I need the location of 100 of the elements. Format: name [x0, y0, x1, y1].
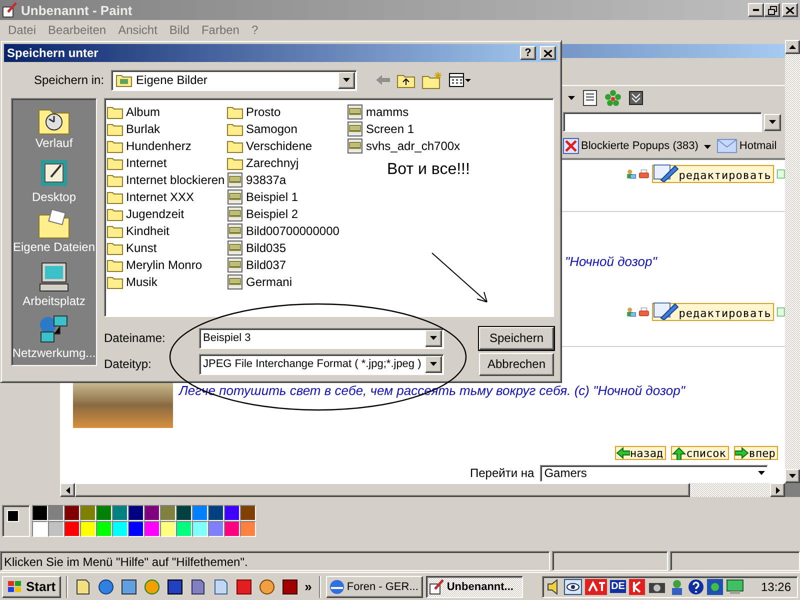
color-swatch[interactable] — [192, 505, 208, 521]
toolbar-link[interactable]: Hotmail — [717, 139, 777, 153]
file-item[interactable]: Internet blockieren — [107, 171, 227, 188]
toolbar-link[interactable]: Blockierte Popups (383) — [563, 138, 698, 154]
file-item[interactable]: Jugendzeit — [107, 205, 227, 222]
color-swatch[interactable] — [224, 521, 240, 537]
file-item[interactable]: Screen 1 — [347, 120, 467, 137]
more-button[interactable]: » — [302, 579, 314, 594]
close-icon[interactable] — [786, 6, 794, 14]
color-swatch[interactable] — [128, 505, 144, 521]
help-button[interactable]: ? — [520, 46, 536, 60]
edit-button[interactable]: редактировать — [652, 303, 774, 321]
dropdown-button[interactable] — [764, 114, 781, 130]
vertical-scrollbar[interactable] — [785, 40, 800, 483]
nav-button[interactable]: назад — [615, 446, 666, 460]
minimize-button[interactable] — [748, 3, 764, 17]
new-folder-icon[interactable] — [422, 72, 442, 88]
save-in-dropdown[interactable]: Eigene Bilder — [111, 70, 358, 90]
download-icon[interactable] — [629, 91, 643, 105]
color-swatch[interactable] — [160, 521, 176, 537]
color-swatch[interactable] — [160, 505, 176, 521]
places-item[interactable]: Verlauf — [12, 105, 96, 155]
places-item[interactable]: Arbeitsplatz — [12, 261, 96, 311]
color-swatch[interactable] — [80, 505, 96, 521]
color-swatch[interactable] — [112, 505, 128, 521]
color-swatch[interactable] — [144, 505, 160, 521]
goto-dropdown[interactable]: Gamers — [540, 464, 768, 482]
file-item[interactable]: Zarechnyj — [227, 154, 347, 171]
file-item[interactable]: svhs_adr_ch700x — [347, 137, 467, 154]
view-menu-icon[interactable] — [449, 73, 472, 87]
places-item[interactable]: Eigene Dateien — [12, 209, 96, 259]
program-icon[interactable] — [98, 578, 114, 594]
file-item[interactable]: Beispiel 1 — [227, 188, 347, 205]
file-item[interactable]: Internet XXX — [107, 188, 227, 205]
up-folder-icon[interactable] — [397, 72, 416, 88]
restore-button[interactable] — [764, 3, 780, 17]
file-item[interactable]: Internet — [107, 154, 227, 171]
color-swatch[interactable] — [192, 521, 208, 537]
file-item[interactable]: Merylin Monro — [107, 256, 227, 273]
color-swatch[interactable] — [208, 521, 224, 537]
file-item[interactable]: Samogon — [227, 120, 347, 137]
current-colors[interactable] — [2, 505, 30, 537]
file-item[interactable]: 93837a — [227, 171, 347, 188]
file-item[interactable]: Musik — [107, 273, 227, 290]
close-button[interactable] — [782, 3, 798, 17]
help-icon[interactable] — [688, 578, 704, 594]
nav-button[interactable]: впер — [734, 446, 778, 460]
program-icon[interactable] — [236, 578, 252, 594]
file-item[interactable]: Album — [107, 103, 227, 120]
program-icon[interactable] — [120, 578, 137, 594]
color-swatch[interactable] — [176, 505, 192, 521]
file-item[interactable]: Bild037 — [227, 256, 347, 273]
filetype-dropdown[interactable]: JPEG File Interchange Format ( *.jpg;*.jpeg ) — [199, 354, 444, 374]
file-item[interactable]: Prosto — [227, 103, 347, 120]
taskbar-button[interactable]: Foren - GER... — [326, 576, 423, 598]
file-item[interactable]: Kindheit — [107, 222, 227, 239]
color-swatch[interactable] — [224, 505, 240, 521]
places-item[interactable]: Desktop — [12, 157, 96, 207]
close-icon[interactable] — [544, 50, 552, 56]
start-button[interactable]: Start — [2, 576, 61, 598]
color-swatch[interactable] — [96, 521, 112, 537]
filename-field[interactable]: Beispiel 3 — [199, 328, 444, 348]
monitor-icon[interactable] — [726, 578, 744, 594]
color-swatch[interactable] — [112, 521, 128, 537]
file-item[interactable]: Germani — [227, 273, 347, 290]
program-icon[interactable] — [74, 578, 91, 594]
file-item[interactable]: Beispiel 2 — [227, 205, 347, 222]
color-swatch[interactable] — [208, 505, 224, 521]
file-item[interactable]: Burlak — [107, 120, 227, 137]
color-swatch[interactable] — [48, 521, 64, 537]
color-swatch[interactable] — [80, 521, 96, 537]
color-swatch[interactable] — [176, 521, 192, 537]
program-icon[interactable] — [282, 578, 298, 594]
program-icon[interactable] — [166, 578, 183, 594]
color-swatch[interactable] — [240, 521, 256, 537]
color-swatch[interactable] — [240, 505, 256, 521]
eye-icon[interactable] — [564, 578, 582, 594]
taskbar-button[interactable]: Unbenannt... — [426, 576, 523, 598]
language-indicator[interactable]: DE — [610, 580, 626, 593]
horizontal-scrollbar[interactable] — [60, 483, 785, 497]
color-swatch[interactable] — [128, 521, 144, 537]
places-item[interactable]: Netzwerkumg... — [12, 313, 96, 363]
file-item[interactable]: Bild035 — [227, 239, 347, 256]
close-button[interactable] — [540, 46, 556, 60]
file-item[interactable]: Kunst — [107, 239, 227, 256]
page-icon[interactable] — [583, 90, 597, 106]
logo-icon[interactable] — [585, 578, 608, 594]
file-item[interactable]: mamms — [347, 103, 467, 120]
color-swatch[interactable] — [96, 505, 112, 521]
nav-button[interactable]: список — [671, 446, 729, 460]
edit-button[interactable]: редактировать — [652, 165, 774, 183]
cancel-button[interactable]: Abbrechen — [479, 352, 554, 376]
color-swatch[interactable] — [64, 505, 80, 521]
file-item[interactable]: Hundenherz — [107, 137, 227, 154]
save-button[interactable]: Speichern — [479, 326, 554, 350]
file-item[interactable]: Bild00700000000 — [227, 222, 347, 239]
address-field[interactable] — [563, 112, 762, 132]
program-icon[interactable] — [190, 578, 206, 594]
color-swatch[interactable] — [32, 505, 48, 521]
color-swatch[interactable] — [144, 521, 160, 537]
